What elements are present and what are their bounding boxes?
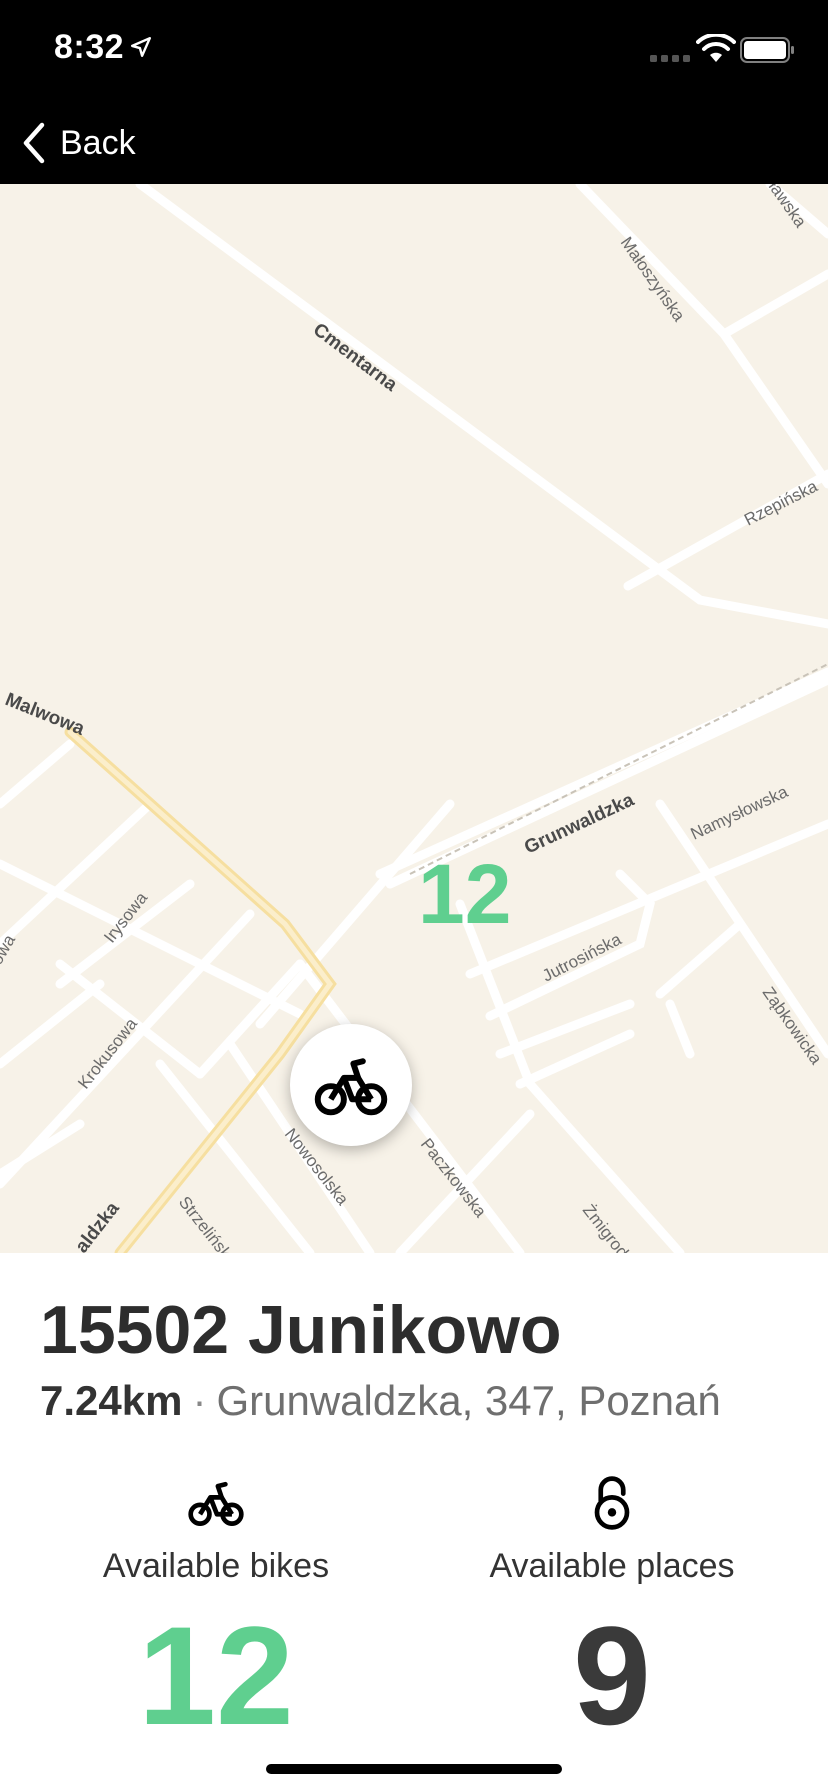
- available-bikes-stat: Available bikes 12: [36, 1473, 396, 1746]
- station-distance: 7.24km: [40, 1377, 183, 1424]
- street-label-maloszynska: Małoszyńska: [617, 233, 689, 325]
- station-subtitle: 7.24km · Grunwaldzka, 347, Poznań: [40, 1377, 721, 1425]
- status-bar: 8:32: [0, 0, 828, 100]
- location-arrow-icon: [130, 36, 152, 58]
- street-label-cmentarna: Cmentarna: [309, 319, 401, 396]
- back-button[interactable]: Back: [20, 118, 136, 168]
- street-label-paczkowska: Paczkowska: [417, 1135, 490, 1222]
- available-bikes-label: Available bikes: [102, 1547, 330, 1585]
- bicycle-icon: [314, 1058, 388, 1116]
- street-label-namyslowska: Namysłowska: [688, 782, 792, 844]
- available-bikes-value: 12: [138, 1597, 294, 1754]
- station-title: 15502 Junikowo: [40, 1292, 562, 1368]
- station-separator: ·: [192, 1377, 207, 1424]
- street-label-strzelinska: Strzelińska: [175, 1193, 241, 1253]
- station-address: Grunwaldzka, 347, Poznań: [216, 1377, 721, 1424]
- bicycle-icon: [188, 1481, 244, 1526]
- unlocked-padlock-icon: [594, 1476, 630, 1530]
- back-label: Back: [60, 123, 136, 162]
- map-view[interactable]: Cmentarna Małoszyńska ławska Rzepińska M…: [0, 184, 828, 1253]
- station-info-panel: 15502 Junikowo 7.24km · Grunwaldzka, 347, …: [0, 1253, 828, 1792]
- wifi-icon: [696, 34, 736, 62]
- street-label-rzepinska: Rzepińska: [741, 476, 821, 529]
- available-places-label: Available places: [489, 1547, 735, 1585]
- chevron-left-icon: [23, 122, 45, 164]
- navigation-bar: Back: [0, 100, 828, 184]
- street-label-malwowa: Malwowa: [2, 689, 88, 740]
- status-time: 8:32: [54, 28, 125, 66]
- street-label-krokusowa: Krokusowa: [74, 1014, 141, 1092]
- battery-icon: [740, 37, 794, 63]
- available-places-value: 9: [573, 1597, 651, 1754]
- map-roads: Cmentarna Małoszyńska ławska Rzepińska M…: [0, 184, 828, 1253]
- station-map-pin[interactable]: [290, 1024, 412, 1146]
- cellular-signal-icon: [650, 55, 690, 62]
- home-indicator[interactable]: [266, 1764, 562, 1774]
- street-label-owa: owa: [0, 931, 19, 968]
- available-places-stat: Available places 9: [432, 1473, 792, 1746]
- street-label-aldzka: aldzka: [71, 1198, 124, 1253]
- map-pin-bike-count: 12: [418, 847, 512, 941]
